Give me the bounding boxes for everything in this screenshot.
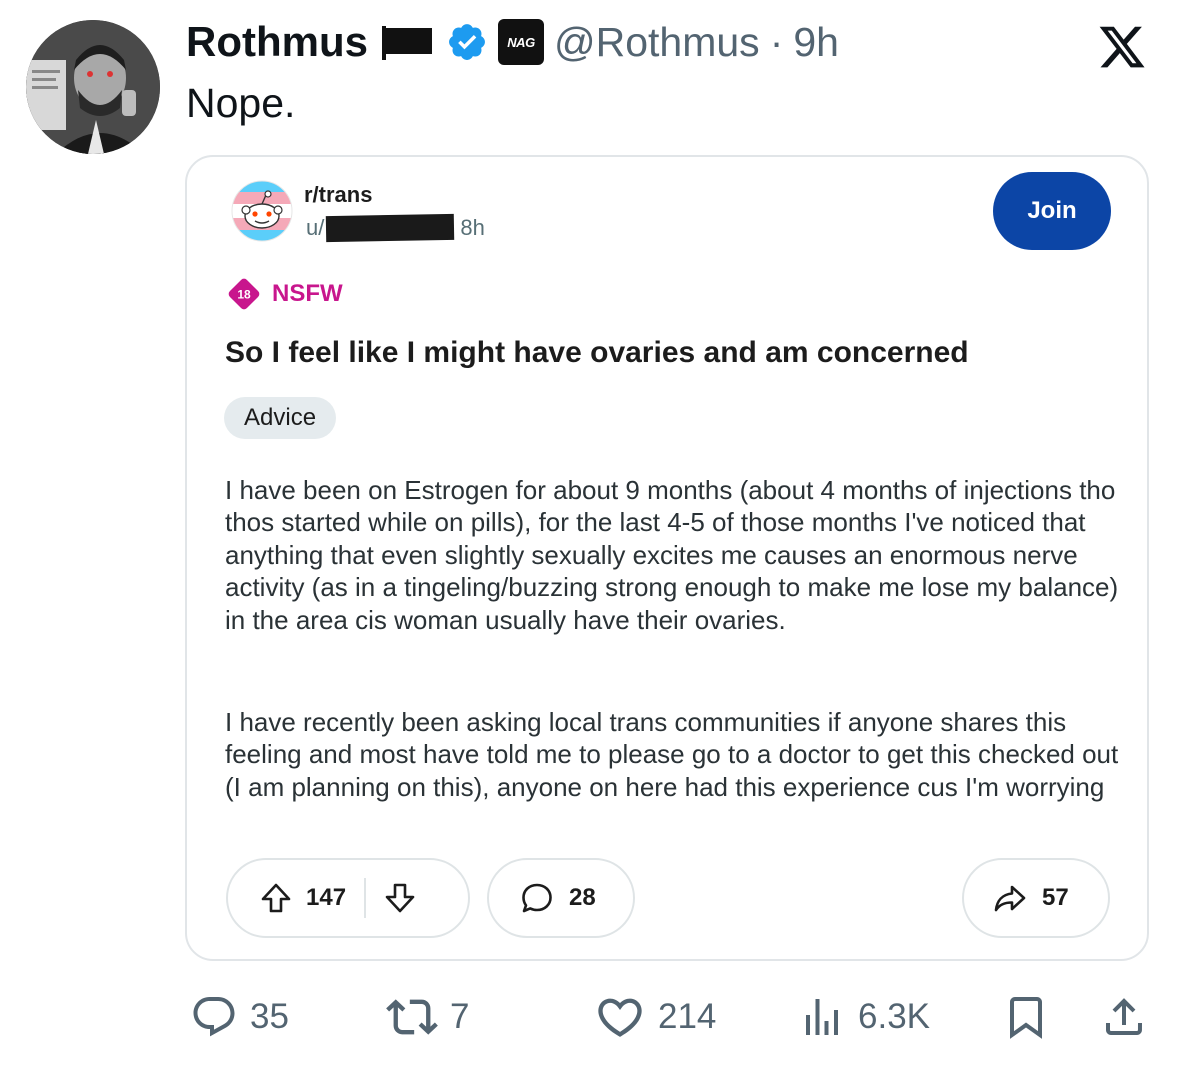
share-count: 57 — [1042, 884, 1069, 911]
reply-count: 35 — [250, 997, 289, 1036]
post-meta: u/ 8h — [306, 213, 485, 243]
join-button[interactable]: Join — [993, 172, 1111, 250]
like-button[interactable]: 214 — [594, 992, 716, 1042]
share-button[interactable]: 57 — [962, 858, 1110, 938]
verified-badge-icon[interactable] — [446, 21, 488, 63]
repost-count: 7 — [450, 997, 470, 1036]
subreddit-name[interactable]: r/trans — [304, 182, 372, 208]
username-prefix[interactable]: u/ — [306, 215, 324, 241]
post-time: 8h — [460, 215, 485, 240]
separator-dot: · — [769, 18, 784, 65]
post-title[interactable]: So I feel like I might have ovaries and … — [225, 336, 969, 370]
share-upload-icon — [1106, 998, 1142, 1035]
subreddit-avatar-icon[interactable] — [224, 180, 300, 242]
vote-divider — [364, 878, 367, 918]
downvote-arrow-icon[interactable] — [382, 880, 418, 916]
upvote-count: 147 — [306, 884, 347, 911]
tweet-timestamp[interactable]: 9h — [793, 19, 839, 66]
upvote-arrow-icon[interactable] — [258, 880, 294, 916]
user-handle[interactable]: @Rothmus — [554, 19, 760, 66]
comment-count: 28 — [569, 884, 596, 911]
vote-pill: 147 — [226, 858, 470, 938]
repost-arrows-icon — [386, 999, 438, 1035]
avatar-image — [26, 20, 160, 154]
post-body-paragraph: I have recently been asking local trans … — [225, 707, 1119, 802]
comment-bubble-icon — [522, 883, 552, 913]
affiliate-badge[interactable]: NAG — [498, 19, 544, 65]
share-tweet-button[interactable] — [1100, 992, 1148, 1042]
bookmark-icon — [1010, 997, 1042, 1039]
tweet-text: Nope. — [186, 80, 296, 126]
tweet-header: Rothmus NAG @Rothmus · 9h — [186, 14, 839, 70]
nsfw-label: NSFW — [272, 280, 343, 307]
views-button[interactable]: 6.3K — [798, 992, 930, 1042]
black-flag-icon — [382, 26, 432, 60]
repost-button[interactable]: 7 — [386, 992, 469, 1042]
views-bar-chart-icon — [806, 999, 838, 1035]
reply-button[interactable]: 35 — [190, 992, 289, 1042]
nsfw-tag: 18 NSFW — [226, 276, 343, 312]
comments-button[interactable]: 28 — [487, 858, 635, 938]
reply-bubble-icon — [193, 997, 235, 1037]
post-flair[interactable]: Advice — [224, 397, 337, 439]
nsfw-age: 18 — [237, 288, 251, 302]
nsfw-18-icon: 18 — [228, 278, 260, 310]
bookmark-button[interactable] — [1002, 992, 1050, 1042]
post-body-paragraph: I have been on Estrogen for about 9 mont… — [225, 475, 1119, 635]
like-count: 214 — [658, 997, 717, 1036]
user-avatar[interactable] — [26, 20, 160, 154]
share-arrow-icon — [994, 885, 1026, 912]
view-count: 6.3K — [858, 997, 930, 1036]
redacted-username — [326, 213, 455, 243]
display-name[interactable]: Rothmus — [186, 18, 368, 66]
x-logo-icon — [1099, 26, 1145, 68]
heart-icon — [598, 998, 642, 1037]
